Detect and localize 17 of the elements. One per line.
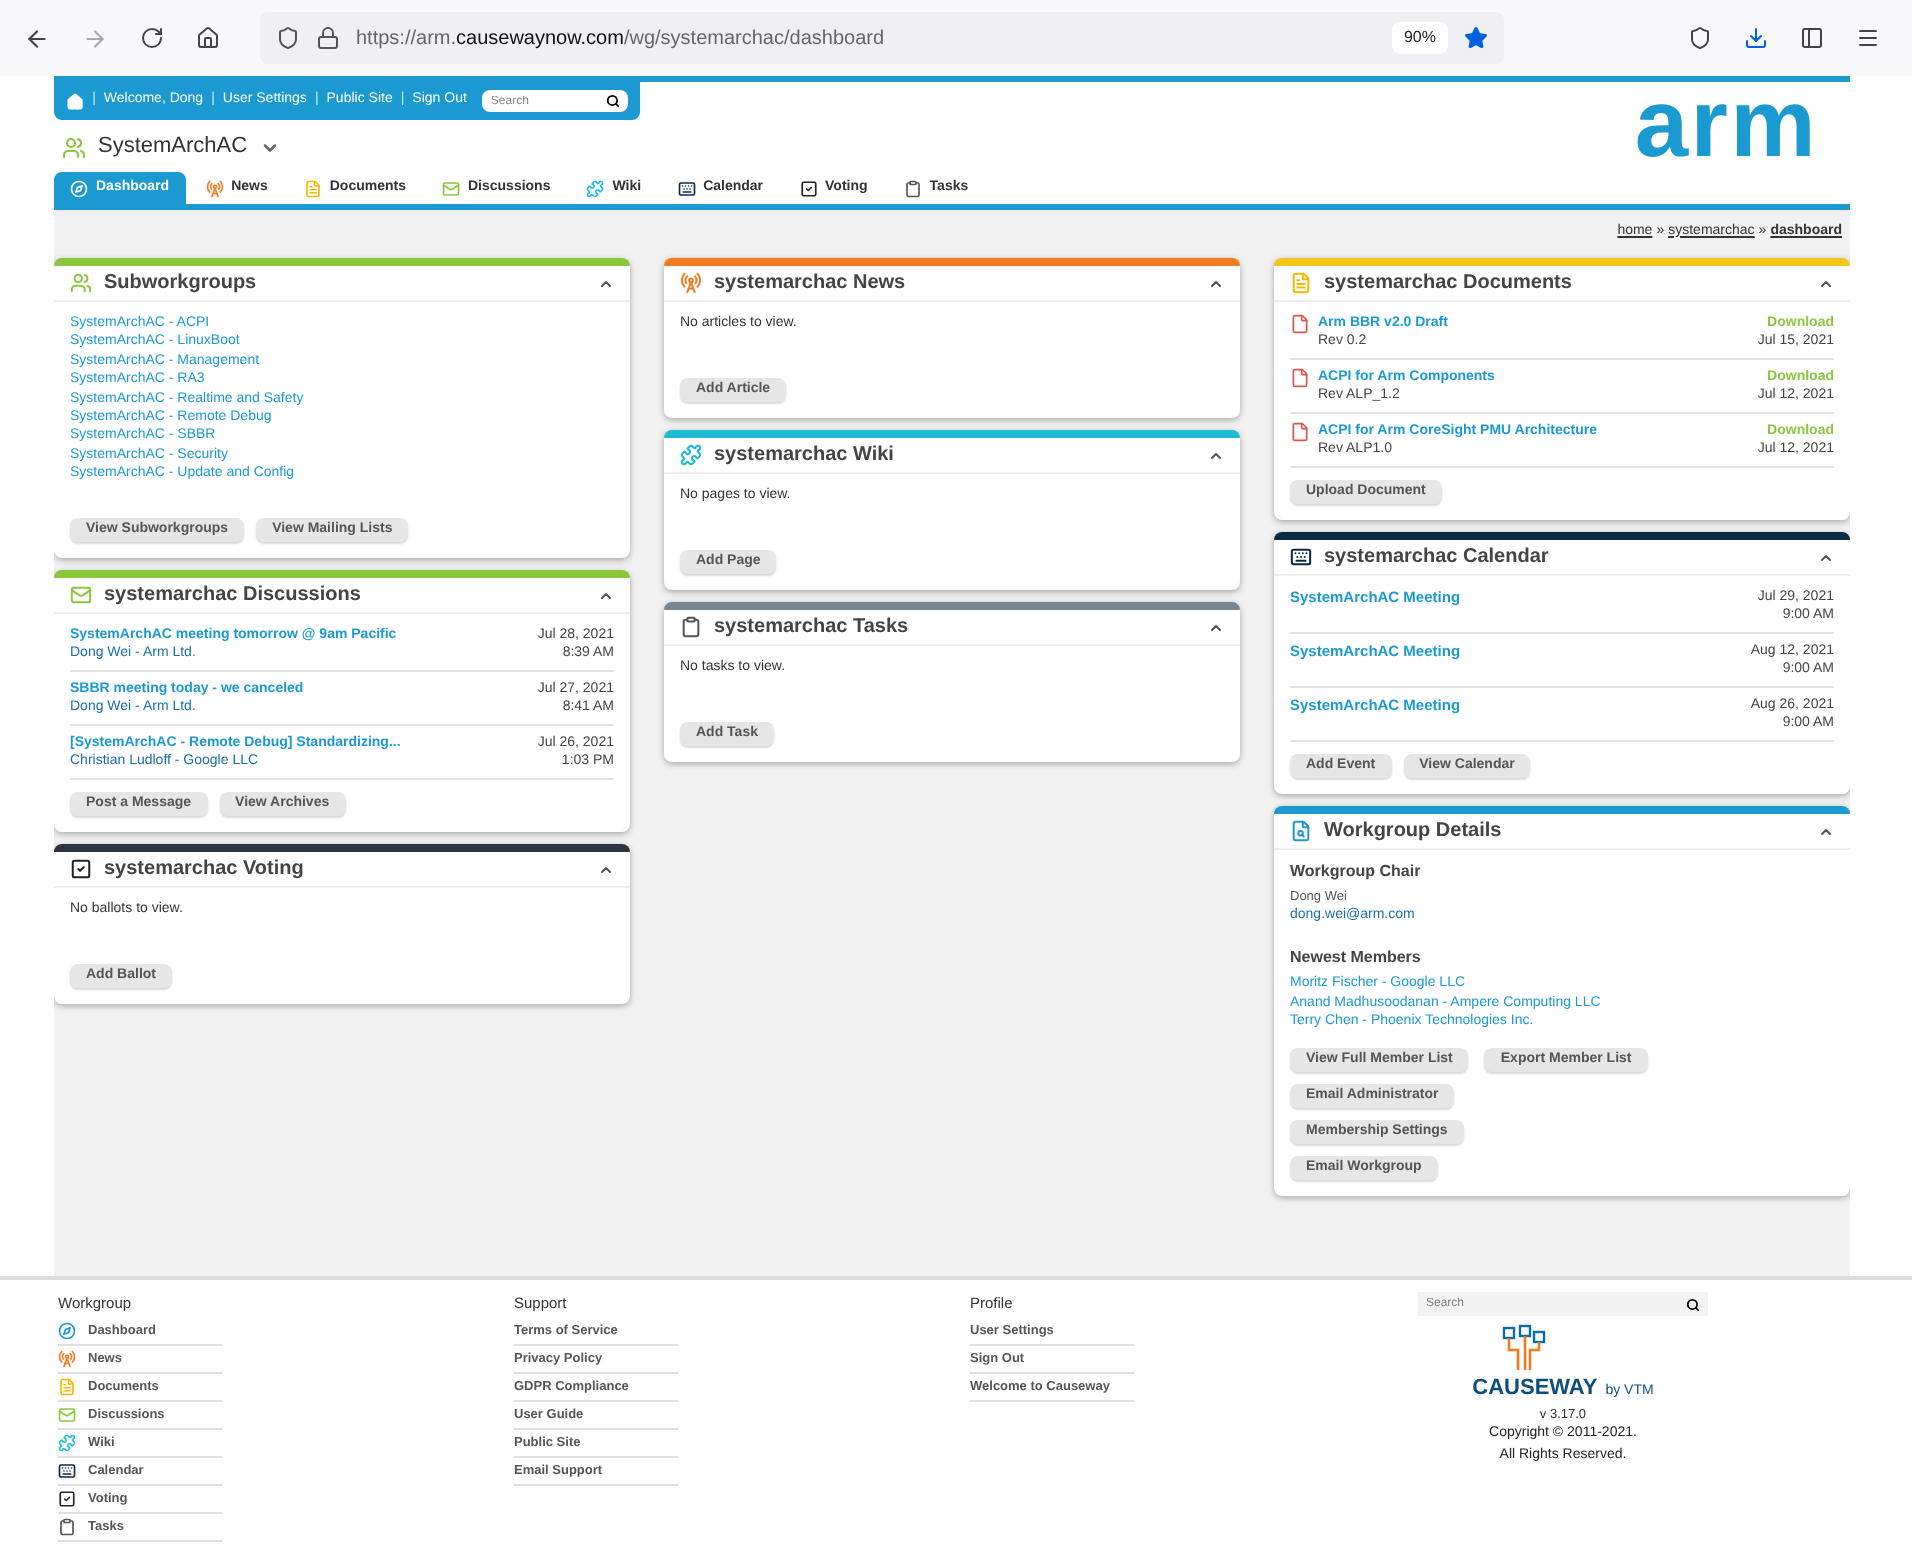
section-heading: Newest Members <box>1290 948 1423 966</box>
logo: arm <box>1634 86 1818 174</box>
panel-title: systemarchac News <box>714 270 906 298</box>
workgroup-name[interactable]: SystemArchAC <box>98 130 248 164</box>
panel-title: systemarchac Tasks <box>714 614 909 642</box>
url-text: https://arm.causewaynow.com/wg/systemarchac/dashboard <box>356 25 885 53</box>
address-bar[interactable]: https://arm.causewaynow.com/wg/systemarchac/dashboard 90% <box>260 12 1504 64</box>
brand-name: CAUSEWAY <box>1472 1374 1598 1404</box>
panel-title: Subworkgroups <box>104 270 257 298</box>
panel-title: systemarchac Wiki <box>714 442 894 470</box>
panel-title: Workgroup Details <box>1324 818 1502 846</box>
panel-title: systemarchac Documents <box>1324 270 1572 298</box>
panel-title: systemarchac Voting <box>104 856 304 884</box>
panel-title: systemarchac Calendar <box>1324 544 1549 572</box>
section-heading: Workgroup Chair <box>1290 860 1423 880</box>
zoom-level[interactable]: 90% <box>1391 22 1448 54</box>
panel-title: systemarchac Discussions <box>104 582 361 610</box>
